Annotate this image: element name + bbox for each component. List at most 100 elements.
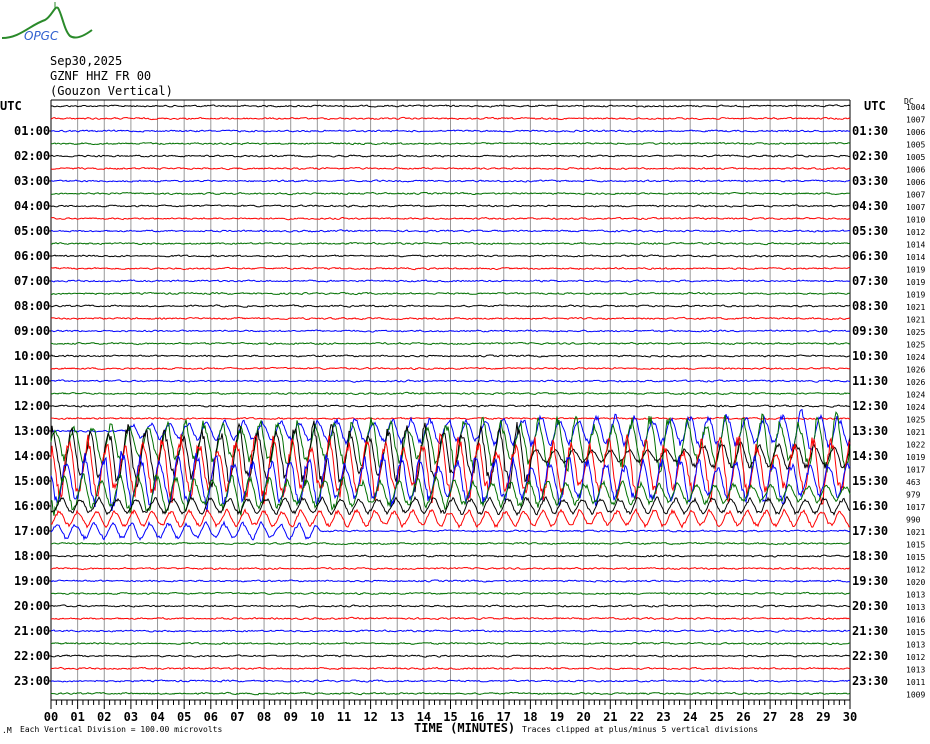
x-tick-label: 13 [390,710,404,724]
x-tick-label: 22 [630,710,644,724]
location-label: (Gouzon Vertical) [50,84,173,98]
vertical-division-note: Each Vertical Division = 100.00 microvol… [20,725,222,734]
right-time-label: 08:30 [852,299,888,313]
dc-offset-label: 1021 [906,316,925,325]
dc-offset-label: 1019 [906,453,925,462]
dc-offset-label: 1016 [906,616,925,625]
x-tick-label: 30 [843,710,857,724]
right-time-label: 09:30 [852,324,888,338]
dc-offset-label: 1026 [906,366,925,375]
right-time-label: 04:30 [852,199,888,213]
scale-icon: .M [2,726,12,735]
right-time-label: 17:30 [852,524,888,538]
logo-text: OPGC [24,29,59,43]
dc-offset-label: 1004 [906,103,925,112]
left-time-label: 20:00 [14,599,50,613]
dc-offset-label: 1007 [906,191,925,200]
left-time-label: 22:00 [14,649,50,663]
right-time-label: 20:30 [852,599,888,613]
left-time-label: 11:00 [14,374,50,388]
right-time-label: 15:30 [852,474,888,488]
dc-offset-label: 1021 [906,303,925,312]
dc-offset-label: 1021 [906,528,925,537]
dc-offset-label: 1013 [906,603,925,612]
x-axis-title: TIME (MINUTES) [414,721,515,735]
left-time-label: 23:00 [14,674,50,688]
station-label: GZNF HHZ FR 00 [50,69,151,83]
right-time-label: 05:30 [852,224,888,238]
dc-offset-label: 1006 [906,178,925,187]
left-time-label: 10:00 [14,349,50,363]
row-labels: 1004 1007 1006 1005 1005 1006 1006 1007 1007 1010… [14,103,925,700]
left-time-label: 07:00 [14,274,50,288]
x-tick-label: 03 [124,710,138,724]
left-time-label: 01:00 [14,124,50,138]
dc-offset-label: 1010 [906,216,925,225]
dc-offset-label: 1011 [906,678,925,687]
dc-offset-label: 1012 [906,228,925,237]
dc-offset-label: 1019 [906,291,925,300]
x-tick-label: 10 [310,710,324,724]
x-tick-label: 20 [576,710,590,724]
dc-offset-label: 1024 [906,403,925,412]
x-tick-label: 09 [283,710,297,724]
right-time-label: 12:30 [852,399,888,413]
right-time-label: 11:30 [852,374,888,388]
x-tick-label: 07 [230,710,244,724]
right-time-label: 03:30 [852,174,888,188]
right-time-label: 21:30 [852,624,888,638]
x-tick-label: 00 [44,710,58,724]
dc-offset-label: 1017 [906,503,925,512]
x-tick-label: 27 [763,710,777,724]
x-tick-label: 18 [523,710,537,724]
dc-offset-label: 1006 [906,128,925,137]
left-time-label: 09:00 [14,324,50,338]
dc-offset-label: 1020 [906,578,925,587]
dc-offset-label: 1017 [906,466,925,475]
right-time-label: 13:30 [852,424,888,438]
x-tick-label: 02 [97,710,111,724]
dc-offset-label: 1015 [906,541,925,550]
left-time-label: 12:00 [14,399,50,413]
dc-offset-label: 1025 [906,328,925,337]
x-tick-label: 23 [656,710,670,724]
right-time-label: 07:30 [852,274,888,288]
left-time-label: 04:00 [14,199,50,213]
left-time-label: 05:00 [14,224,50,238]
x-tick-label: 26 [736,710,750,724]
left-time-label: 16:00 [14,499,50,513]
right-time-label: 01:30 [852,124,888,138]
dc-offset-label: 1024 [906,353,925,362]
x-tick-label: 04 [150,710,164,724]
left-time-label: 02:00 [14,149,50,163]
dc-offset-label: 1013 [906,641,925,650]
x-tick-label: 21 [603,710,617,724]
grid [50,99,851,700]
left-time-label: 19:00 [14,574,50,588]
right-time-label: 18:30 [852,549,888,563]
dc-offset-label: 1013 [906,591,925,600]
dc-offset-label: 1025 [906,341,925,350]
dc-offset-label: 1019 [906,278,925,287]
dc-offset-label: 1007 [906,116,925,125]
left-time-label: 03:00 [14,174,50,188]
clip-note: Traces clipped at plus/minus 5 vertical … [522,725,758,734]
right-time-label: 22:30 [852,649,888,663]
left-time-label: 17:00 [14,524,50,538]
x-tick-label: 29 [816,710,830,724]
left-time-label: 06:00 [14,249,50,263]
x-tick-label: 24 [683,710,697,724]
x-tick-label: 05 [177,710,191,724]
dc-offset-label: 1009 [906,691,925,700]
dc-offset-label: 1014 [906,241,925,250]
dc-offset-label: 1025 [906,416,925,425]
left-time-label: 14:00 [14,449,50,463]
dc-offset-label: 463 [906,478,921,487]
x-tick-label: 06 [204,710,218,724]
right-time-label: 16:30 [852,499,888,513]
dc-offset-label: 1019 [906,266,925,275]
x-tick-label: 28 [790,710,804,724]
dc-offset-label: 1026 [906,378,925,387]
helicorder-chart: OPGC Sep30,2025 GZNF HHZ FR 00 (Gouzon V… [0,0,930,744]
left-time-label: 15:00 [14,474,50,488]
